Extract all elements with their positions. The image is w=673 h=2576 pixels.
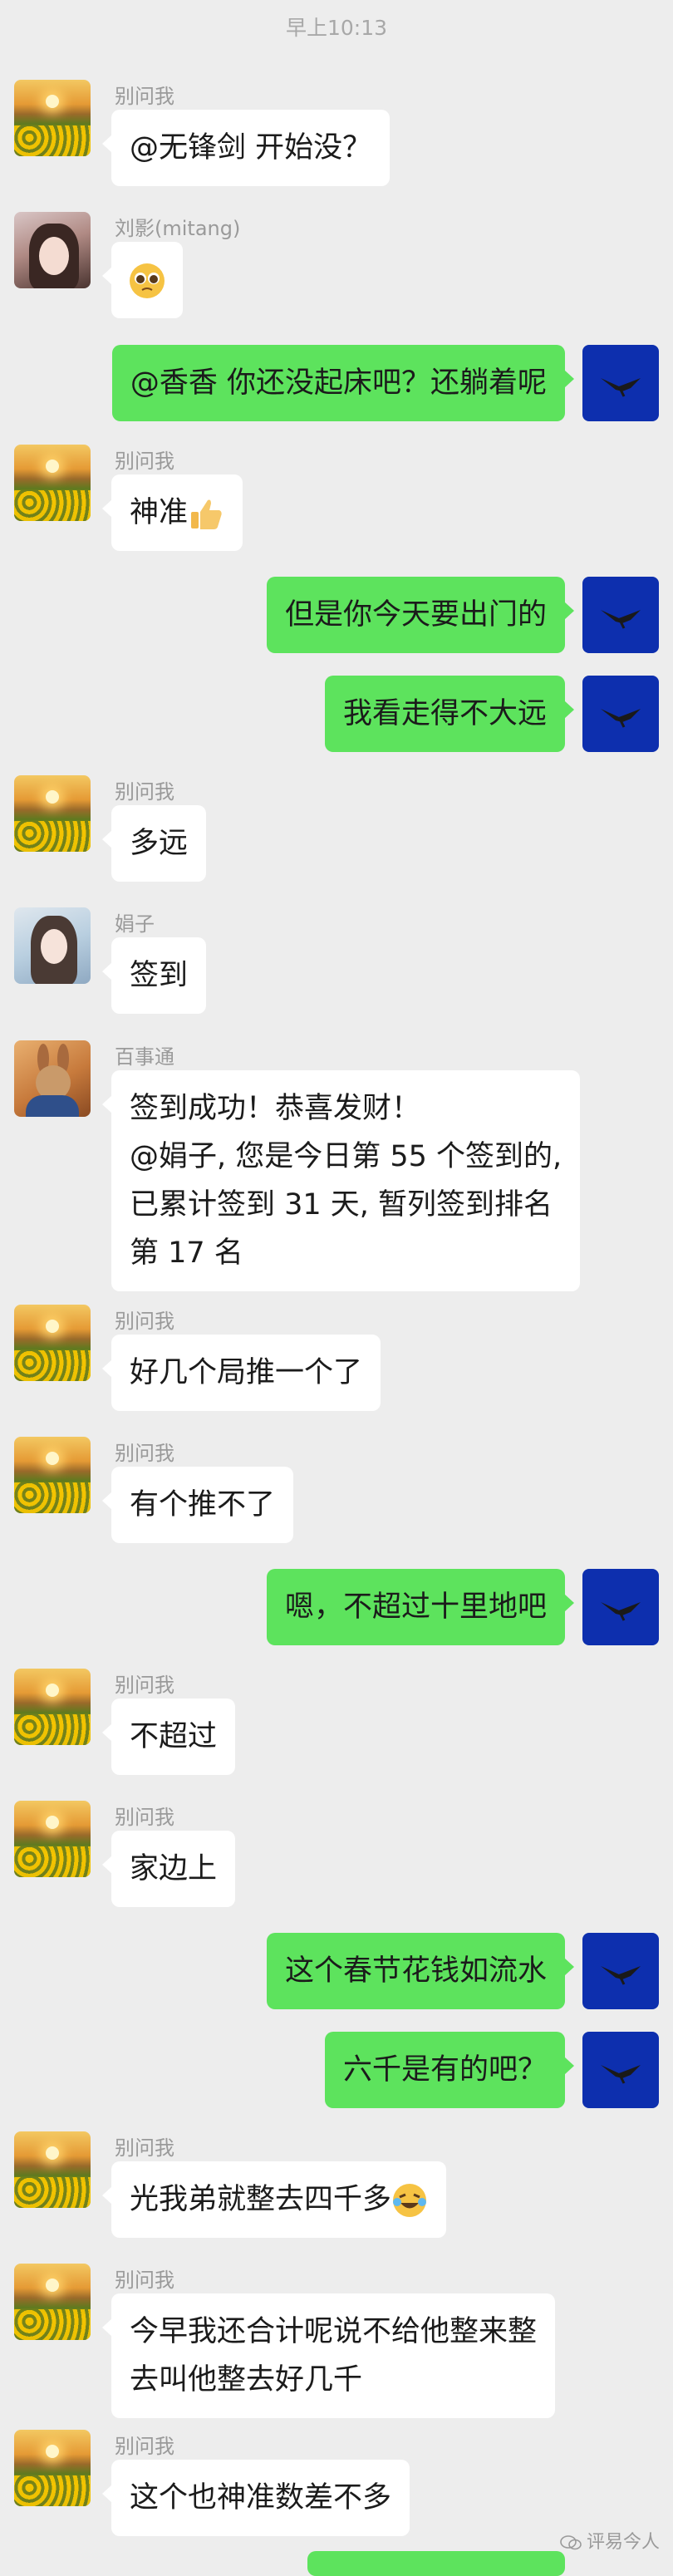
eagle-icon	[601, 2065, 641, 2084]
avatar[interactable]	[582, 1569, 659, 1645]
message-line: 已累计签到 31 天, 暂列签到排名	[130, 1188, 553, 1222]
message-bubble[interactable]: 但是你今天要出门的	[266, 577, 575, 653]
message-bubble[interactable]: 有个推不了	[101, 1467, 294, 1543]
avatar[interactable]	[14, 1437, 91, 1513]
sender-name: 百事通	[115, 1045, 174, 1069]
pleading-face-emoji	[130, 263, 165, 298]
sender-name: 别问我	[115, 2136, 174, 2160]
watermark: 评易今人	[560, 2527, 660, 2554]
sender-name: 刘影(mitang)	[115, 217, 241, 240]
message-bubble-partial[interactable]	[307, 2551, 565, 2576]
message-bubble[interactable]: 这个也神准数差不多	[101, 2460, 410, 2536]
sender-name: 别问我	[115, 450, 174, 473]
message-line: @娟子, 您是今日第 55 个签到的,	[130, 1140, 562, 1173]
message-bubble[interactable]: 光我弟就整去四千多	[101, 2161, 447, 2238]
eagle-icon	[601, 610, 641, 629]
message-timestamp: 早上10:13	[285, 16, 388, 40]
sender-name: 别问我	[115, 1310, 174, 1333]
sender-name: 别问我	[115, 1674, 174, 1697]
avatar[interactable]	[14, 775, 91, 852]
sender-name: 娟子	[115, 912, 155, 936]
sender-name: 别问我	[115, 1806, 174, 1829]
message-line: 去叫他整去好几千	[130, 2363, 363, 2397]
avatar[interactable]	[582, 676, 659, 752]
message-bubble[interactable]	[102, 242, 183, 318]
message-line: 今早我还合计呢说不给他整来整	[130, 2315, 538, 2348]
avatar[interactable]	[14, 1669, 91, 1745]
sender-name: 别问我	[115, 85, 174, 108]
message-bubble[interactable]: @香香 你还没起床吧？还躺着呢	[111, 345, 575, 421]
laughing-crying-emoji	[393, 2184, 427, 2217]
message-line: 第 17 名	[130, 1236, 243, 1270]
sender-name: 别问我	[115, 1442, 174, 1465]
eagle-icon	[601, 709, 641, 728]
message-bubble[interactable]: 我看走得不大远	[324, 676, 575, 752]
avatar[interactable]	[14, 445, 91, 521]
message-bubble[interactable]: 多远	[101, 805, 207, 882]
message-bubble[interactable]: 这个春节花钱如流水	[266, 1933, 575, 2009]
thumbs-up-emoji	[191, 499, 222, 529]
message-text: 光我弟就整去四千多	[130, 2183, 392, 2216]
sender-name: 别问我	[115, 780, 174, 804]
message-bubble[interactable]: 六千是有的吧？	[324, 2032, 575, 2108]
avatar[interactable]	[582, 2032, 659, 2108]
message-bubble[interactable]: 神准	[101, 474, 243, 551]
sender-name: 别问我	[115, 2269, 174, 2292]
avatar[interactable]	[14, 2430, 91, 2506]
sender-name: 别问我	[115, 2435, 174, 2458]
eagle-icon	[601, 1602, 641, 1621]
avatar[interactable]	[582, 1933, 659, 2009]
avatar[interactable]	[14, 80, 91, 156]
message-bubble[interactable]: 签到成功！恭喜发财！ @娟子, 您是今日第 55 个签到的, 已累计签到 31 …	[101, 1070, 581, 1291]
watermark-text: 评易今人	[586, 2532, 660, 2553]
message-bubble[interactable]: 签到	[101, 937, 207, 1014]
avatar[interactable]	[14, 2131, 91, 2208]
avatar[interactable]	[14, 212, 91, 288]
eagle-icon	[601, 1966, 641, 1985]
eagle-icon	[601, 378, 641, 397]
wechat-icon	[560, 2535, 582, 2550]
avatar[interactable]	[582, 345, 659, 421]
avatar[interactable]	[14, 2264, 91, 2340]
avatar[interactable]	[14, 1305, 91, 1381]
avatar[interactable]	[582, 577, 659, 653]
message-bubble[interactable]: 今早我还合计呢说不给他整来整 去叫他整去好几千	[101, 2293, 556, 2418]
message-line: 签到成功！恭喜发财！	[130, 1092, 421, 1125]
avatar[interactable]	[14, 907, 91, 984]
avatar[interactable]	[14, 1040, 91, 1117]
message-bubble[interactable]: 好几个局推一个了	[101, 1335, 381, 1411]
message-bubble[interactable]: 不超过	[101, 1698, 236, 1775]
message-bubble[interactable]: 嗯，不超过十里地吧	[266, 1569, 575, 1645]
avatar[interactable]	[14, 1801, 91, 1877]
message-bubble[interactable]: 家边上	[101, 1831, 236, 1907]
message-bubble[interactable]: @无锋剑 开始没？	[101, 110, 391, 186]
message-text: 神准	[130, 496, 189, 529]
